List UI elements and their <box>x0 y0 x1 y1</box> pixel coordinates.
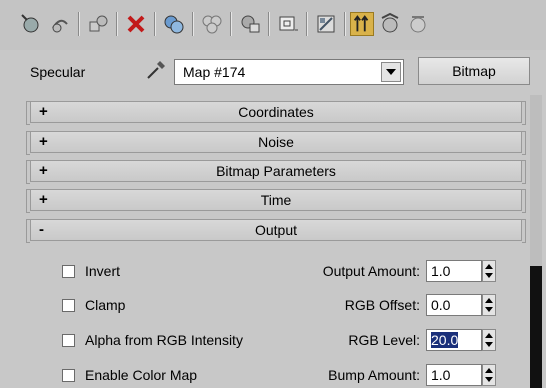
toolbar-divider <box>230 12 231 36</box>
expand-icon: + <box>39 103 48 120</box>
enable-color-map-checkbox[interactable] <box>62 368 75 382</box>
bump-amount-spinner[interactable] <box>482 364 496 386</box>
rgb-level-label: RGB Level: <box>348 332 420 348</box>
clamp-label: Clamp <box>85 297 126 313</box>
rollout-title: Time <box>260 192 292 208</box>
rollout-time[interactable]: + Time <box>30 189 522 211</box>
alpha-from-rgb-checkbox[interactable] <box>62 333 75 347</box>
output-amount-field[interactable]: 1.0 <box>426 260 482 282</box>
bump-amount-field[interactable]: 1.0 <box>426 364 482 386</box>
rollout-title: Bitmap Parameters <box>216 163 336 179</box>
rollout-bracket <box>522 131 526 155</box>
rgb-offset-field[interactable]: 0.0 <box>426 294 482 316</box>
enable-color-map-label: Enable Color Map <box>85 367 198 383</box>
rollout-title: Noise <box>258 134 294 150</box>
expand-icon: + <box>39 191 48 208</box>
toolbar-divider <box>116 12 117 36</box>
alpha-from-rgb-label: Alpha from RGB Intensity <box>85 332 243 348</box>
rgb-offset-spinner[interactable] <box>482 294 496 316</box>
clamp-checkbox[interactable] <box>62 298 75 312</box>
rollout-bitmap-parameters[interactable]: + Bitmap Parameters <box>30 160 522 182</box>
reset-map-icon[interactable] <box>124 12 148 36</box>
put-to-scene-icon[interactable] <box>48 12 72 36</box>
clamp-checkbox-row[interactable]: Clamp <box>62 294 125 316</box>
rgb-level-field[interactable]: 20.0 <box>426 329 482 351</box>
rgb-level-spinner[interactable] <box>482 329 496 351</box>
toolbar-divider <box>78 12 79 36</box>
rollout-bracket <box>522 189 526 213</box>
rollout-bracket <box>522 101 526 125</box>
bump-amount-label: Bump Amount: <box>328 367 420 383</box>
make-unique-icon[interactable] <box>200 12 224 36</box>
rollout-title: Coordinates <box>238 104 314 120</box>
expand-icon: + <box>39 162 48 179</box>
show-end-result-icon[interactable] <box>350 12 374 36</box>
rollout-coordinates[interactable]: + Coordinates <box>30 101 522 123</box>
show-shaded-material-icon[interactable] <box>314 12 338 36</box>
rollout-title: Output <box>254 222 298 238</box>
get-material-icon[interactable] <box>18 12 42 36</box>
output-amount-spinner[interactable] <box>482 260 496 282</box>
toolbar-divider <box>192 12 193 36</box>
assign-material-icon[interactable] <box>86 12 110 36</box>
invert-checkbox[interactable] <box>62 264 75 278</box>
toolbar-divider <box>268 12 269 36</box>
chevron-down-icon[interactable] <box>381 62 401 82</box>
map-type-button[interactable]: Bitmap <box>418 57 530 85</box>
map-slot-row: Specular Map #174 Bitmap <box>0 52 546 90</box>
scrollbar-thumb[interactable] <box>530 266 542 388</box>
output-amount-label: Output Amount: <box>322 263 420 279</box>
expand-icon: + <box>39 133 48 150</box>
enable-color-map-checkbox-row[interactable]: Enable Color Map <box>62 364 197 386</box>
collapse-icon: - <box>39 221 44 238</box>
put-to-library-icon[interactable] <box>238 12 262 36</box>
invert-label: Invert <box>85 263 121 279</box>
rollout-bracket <box>522 160 526 184</box>
rollout-bracket <box>522 219 526 243</box>
rollout-noise[interactable]: + Noise <box>30 131 522 153</box>
toolbar-divider <box>154 12 155 36</box>
eyedropper-icon[interactable] <box>144 58 168 82</box>
rgb-offset-label: RGB Offset: <box>344 297 420 313</box>
rgb-level-value: 20.0 <box>431 332 459 348</box>
go-forward-to-sibling-icon[interactable] <box>406 12 430 36</box>
alpha-from-rgb-checkbox-row[interactable]: Alpha from RGB Intensity <box>62 329 243 351</box>
map-name-dropdown[interactable]: Map #174 <box>174 59 404 85</box>
toolbar-divider <box>306 12 307 36</box>
scrollbar-track[interactable] <box>530 95 542 266</box>
toolbar-divider <box>344 12 345 36</box>
go-to-parent-icon[interactable] <box>378 12 402 36</box>
map-slot-label: Specular <box>30 64 86 80</box>
invert-checkbox-row[interactable]: Invert <box>62 260 120 282</box>
material-editor-toolbar <box>0 0 546 50</box>
rollout-output[interactable]: - Output <box>30 219 522 241</box>
material-id-channel-icon[interactable] <box>276 12 300 36</box>
map-name-value: Map #174 <box>183 64 246 80</box>
copy-material-icon[interactable] <box>162 12 186 36</box>
